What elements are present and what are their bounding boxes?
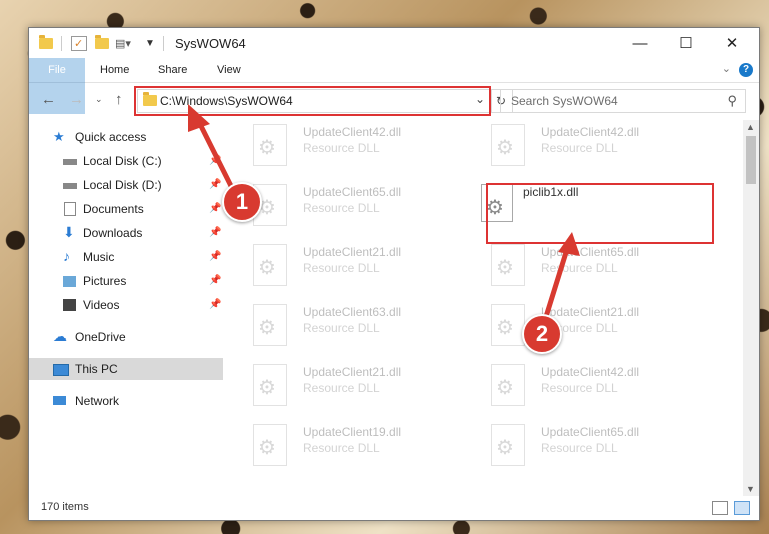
annotation-arrows <box>188 104 580 323</box>
step-1-badge: 1 <box>222 182 262 222</box>
step-2-badge: 2 <box>522 314 562 354</box>
